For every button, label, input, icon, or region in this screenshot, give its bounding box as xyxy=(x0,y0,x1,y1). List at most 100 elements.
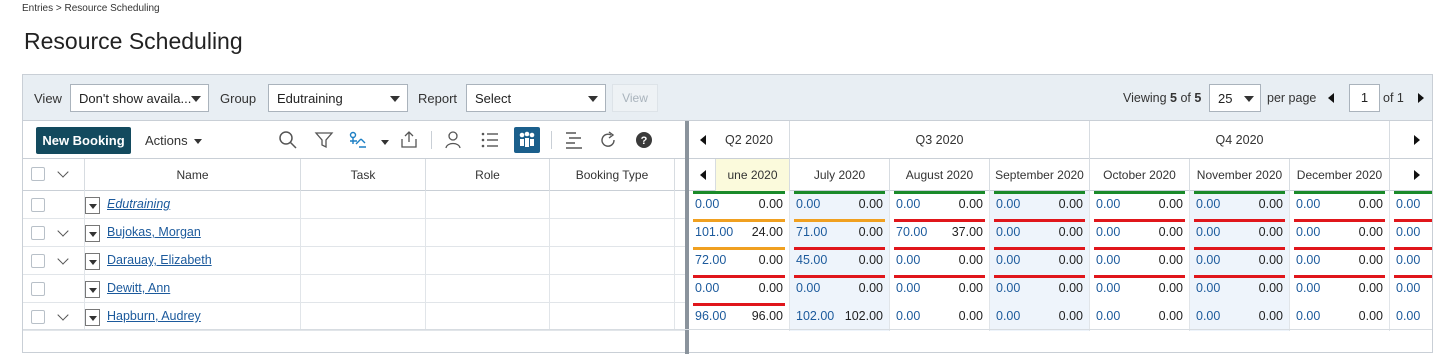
timeline-cell[interactable]: 0.00 0.00 xyxy=(1290,247,1390,275)
name-column-header[interactable]: Name xyxy=(85,159,301,191)
timeline-cell[interactable]: 0.00 0.00 xyxy=(1290,191,1390,219)
next-page-icon[interactable] xyxy=(1418,93,1424,103)
report-select[interactable]: Select xyxy=(466,84,606,112)
booked-hours: 0.00 xyxy=(1158,197,1183,211)
timeline-cell[interactable]: 0.00 xyxy=(1390,191,1432,219)
group-select[interactable]: Edutraining xyxy=(268,84,408,112)
new-booking-button[interactable]: New Booking xyxy=(36,127,131,154)
booked-hours: 0.00 xyxy=(758,197,783,211)
timeline-cell[interactable]: 0.00 0.00 xyxy=(689,275,790,303)
resource-name-link[interactable]: Dewitt, Ann xyxy=(107,281,170,295)
export-icon[interactable] xyxy=(398,129,420,151)
timeline-cell[interactable]: 0.00 0.00 xyxy=(890,247,990,275)
timeline-cell[interactable]: 0.00 xyxy=(1390,219,1432,247)
help-icon[interactable]: ? xyxy=(633,129,655,151)
timeline-cell[interactable]: 0.00 0.00 xyxy=(990,219,1090,247)
row-checkbox[interactable] xyxy=(31,226,45,240)
table-row[interactable]: Hapburn, Audrey xyxy=(23,303,685,331)
table-row[interactable]: Bujokas, Morgan xyxy=(23,219,685,247)
org-chart-icon[interactable] xyxy=(514,127,540,153)
timeline-cell[interactable]: 0.00 0.00 xyxy=(990,275,1090,303)
row-menu-dropdown[interactable] xyxy=(85,309,100,326)
timeline-cell[interactable]: 0.00 0.00 xyxy=(990,303,1090,331)
timeline-cell[interactable]: 0.00 0.00 xyxy=(1090,219,1190,247)
row-menu-dropdown[interactable] xyxy=(85,253,100,270)
row-menu-dropdown[interactable] xyxy=(85,225,100,242)
next-quarter-icon[interactable] xyxy=(1414,135,1420,145)
role-column-header[interactable]: Role xyxy=(426,159,550,191)
timeline-cell[interactable]: 0.00 0.00 xyxy=(1290,303,1390,331)
prev-page-icon[interactable] xyxy=(1328,93,1334,103)
timeline-cell[interactable]: 0.00 0.00 xyxy=(1090,303,1190,331)
assign-icon[interactable] xyxy=(347,129,369,151)
booking-type-column-header[interactable]: Booking Type xyxy=(550,159,675,191)
row-checkbox[interactable] xyxy=(31,282,45,296)
timeline-cell[interactable]: 101.00 24.00 xyxy=(689,219,790,247)
timeline-cell[interactable]: 96.00 96.00 xyxy=(689,303,790,331)
timeline-cell[interactable]: 0.00 0.00 xyxy=(1190,275,1290,303)
timeline-cell[interactable]: 0.00 0.00 xyxy=(1190,219,1290,247)
row-checkbox[interactable] xyxy=(31,310,45,324)
utilization-bar xyxy=(1294,219,1385,222)
row-checkbox[interactable] xyxy=(31,254,45,268)
list-view-icon[interactable] xyxy=(479,129,501,151)
expand-row-chevron-icon[interactable] xyxy=(57,225,69,237)
report-label: Report xyxy=(418,91,458,106)
expand-all-chevron-icon[interactable] xyxy=(57,166,69,178)
actions-menu[interactable]: Actions xyxy=(145,133,202,148)
timeline-cell[interactable]: 0.00 0.00 xyxy=(1290,275,1390,303)
timeline-cell[interactable]: 0.00 0.00 xyxy=(890,303,990,331)
prev-month-icon[interactable] xyxy=(700,170,706,180)
timeline-cell[interactable]: 72.00 0.00 xyxy=(689,247,790,275)
view-select[interactable]: Don't show availa... xyxy=(70,84,209,112)
row-checkbox[interactable] xyxy=(31,198,45,212)
expand-row-chevron-icon[interactable] xyxy=(57,253,69,265)
view-button[interactable]: View xyxy=(612,84,658,112)
timeline-cell[interactable]: 0.00 0.00 xyxy=(890,275,990,303)
task-column-header[interactable]: Task xyxy=(301,159,426,191)
resource-name-link[interactable]: Bujokas, Morgan xyxy=(107,225,201,239)
next-month-icon[interactable] xyxy=(1414,170,1420,180)
expand-row-chevron-icon[interactable] xyxy=(57,309,69,321)
timeline-cell[interactable]: 0.00 0.00 xyxy=(1190,191,1290,219)
timeline-cell[interactable]: 0.00 0.00 xyxy=(689,191,790,219)
per-page-select[interactable]: 25 xyxy=(1209,84,1261,112)
resource-name-link[interactable]: Edutraining xyxy=(107,197,170,211)
table-row[interactable]: Darauay, Elizabeth xyxy=(23,247,685,275)
timeline-cell[interactable]: 0.00 0.00 xyxy=(790,275,890,303)
row-menu-dropdown[interactable] xyxy=(85,281,100,298)
search-icon[interactable] xyxy=(277,129,299,151)
resource-name-link[interactable]: Darauay, Elizabeth xyxy=(107,253,212,267)
table-row[interactable]: Dewitt, Ann xyxy=(23,275,685,303)
timeline-cell[interactable]: 0.00 0.00 xyxy=(790,191,890,219)
timeline-cell[interactable]: 0.00 0.00 xyxy=(1190,247,1290,275)
timeline-cell[interactable]: 0.00 0.00 xyxy=(1290,219,1390,247)
timeline-cell[interactable]: 0.00 xyxy=(1390,275,1432,303)
timeline-cell[interactable]: 0.00 0.00 xyxy=(1090,247,1190,275)
timeline-cell[interactable]: 70.00 37.00 xyxy=(890,219,990,247)
select-all-checkbox[interactable] xyxy=(31,167,45,181)
resource-name-link[interactable]: Hapburn, Audrey xyxy=(107,309,201,323)
row-menu-dropdown[interactable] xyxy=(85,197,100,214)
view-select-value: Don't show availa... xyxy=(79,91,192,106)
table-row[interactable]: Edutraining xyxy=(23,191,685,219)
timeline-cell[interactable]: 0.00 0.00 xyxy=(990,191,1090,219)
gantt-icon[interactable] xyxy=(563,129,585,151)
available-hours: 0.00 xyxy=(1396,309,1421,323)
refresh-icon[interactable] xyxy=(597,129,619,151)
assign-dropdown[interactable] xyxy=(375,134,389,149)
timeline-cell[interactable]: 102.00 102.00 xyxy=(790,303,890,331)
timeline-cell[interactable]: 0.00 0.00 xyxy=(890,191,990,219)
filter-icon[interactable] xyxy=(313,129,335,151)
utilization-bar xyxy=(994,275,1085,278)
timeline-cell[interactable]: 0.00 xyxy=(1390,303,1432,331)
timeline-cell[interactable]: 0.00 0.00 xyxy=(1090,275,1190,303)
timeline-cell[interactable]: 71.00 0.00 xyxy=(790,219,890,247)
page-number-input[interactable]: 1 xyxy=(1349,84,1380,112)
timeline-cell[interactable]: 0.00 0.00 xyxy=(1090,191,1190,219)
user-lookup-icon[interactable] xyxy=(443,129,465,151)
timeline-cell[interactable]: 0.00 xyxy=(1390,247,1432,275)
timeline-cell[interactable]: 45.00 0.00 xyxy=(790,247,890,275)
timeline-cell[interactable]: 0.00 0.00 xyxy=(990,247,1090,275)
timeline-cell[interactable]: 0.00 0.00 xyxy=(1190,303,1290,331)
